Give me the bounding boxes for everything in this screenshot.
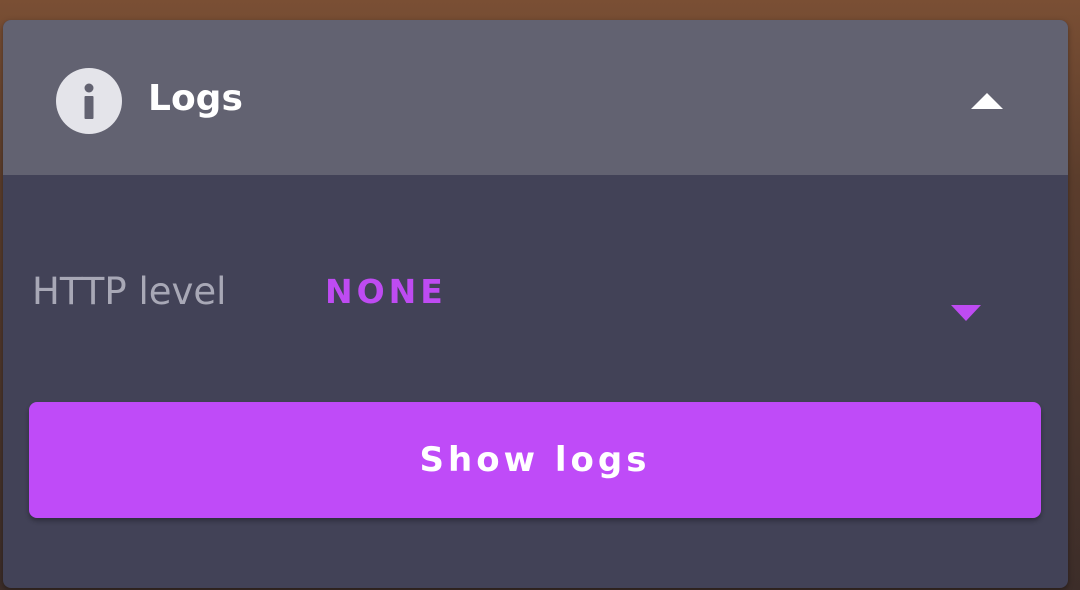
logs-panel-header[interactable]: Logs: [3, 20, 1068, 175]
http-level-selected-value[interactable]: NONE: [325, 268, 447, 316]
http-level-label: HTTP level: [32, 270, 227, 313]
caret-down-icon[interactable]: [948, 302, 984, 324]
show-logs-button[interactable]: Show logs: [29, 402, 1041, 518]
panel-title: Logs: [148, 78, 243, 119]
logs-panel: Logs HTTP level NONE Show logs: [3, 20, 1068, 588]
info-icon: [56, 68, 122, 134]
chevron-up-icon[interactable]: [965, 86, 1009, 116]
